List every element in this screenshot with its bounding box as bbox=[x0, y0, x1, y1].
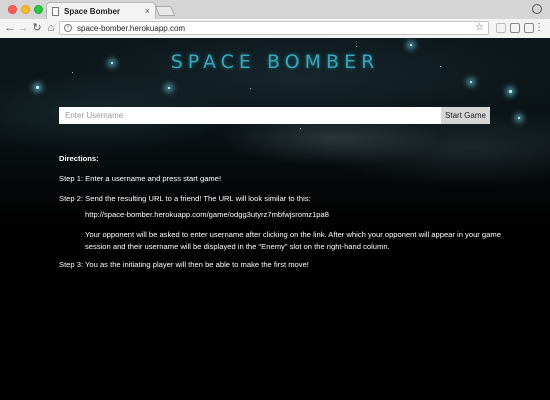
tab-strip: Space Bomber × bbox=[0, 0, 550, 19]
browser-tab[interactable]: Space Bomber × bbox=[46, 2, 156, 19]
browser-chrome: Space Bomber × ← → ↻ ⌂ i space-bomber.he… bbox=[0, 0, 550, 38]
back-icon[interactable]: ← bbox=[4, 21, 16, 35]
star-decoration bbox=[509, 90, 512, 93]
url-text[interactable]: space-bomber.herokuapp.com bbox=[77, 24, 475, 33]
star-decoration bbox=[470, 81, 472, 83]
step-2-text: Step 2: Send the resulting URL to a frie… bbox=[59, 194, 311, 203]
forward-icon[interactable]: → bbox=[17, 21, 29, 35]
menu-icon[interactable]: ⋮ bbox=[534, 22, 544, 34]
extension-icon[interactable] bbox=[496, 23, 506, 33]
opponent-note-line-1: Your opponent will be asked to enter use… bbox=[85, 230, 501, 239]
maximize-window-button[interactable] bbox=[34, 5, 43, 14]
directions-heading: Directions: bbox=[59, 154, 99, 163]
step-3-text: Step 3: You as the initiating player wil… bbox=[59, 260, 309, 269]
star-decoration bbox=[356, 46, 357, 47]
home-icon[interactable]: ⌂ bbox=[45, 21, 57, 35]
star-decoration bbox=[410, 44, 412, 46]
star-decoration bbox=[518, 117, 520, 119]
start-game-button[interactable]: Start Game bbox=[441, 107, 490, 124]
browser-toolbar: ← → ↻ ⌂ i space-bomber.herokuapp.com ☆ ⋮ bbox=[0, 19, 550, 38]
step-1-text: Step 1: Enter a username and press start… bbox=[59, 174, 222, 183]
reload-icon[interactable]: ↻ bbox=[31, 21, 43, 35]
info-icon[interactable]: i bbox=[64, 24, 72, 32]
star-decoration bbox=[168, 87, 170, 89]
page-icon bbox=[52, 6, 59, 16]
extension-icon[interactable] bbox=[510, 23, 520, 33]
profile-icon[interactable] bbox=[532, 4, 542, 14]
extension-icon[interactable] bbox=[524, 23, 534, 33]
example-url-text: http://space-bomber.herokuapp.com/game/o… bbox=[85, 210, 329, 219]
close-window-button[interactable] bbox=[8, 5, 17, 14]
game-logo: SPACE BOMBER bbox=[170, 51, 380, 73]
star-decoration bbox=[36, 86, 39, 89]
page-content: SPACE BOMBER Start Game Directions: Step… bbox=[0, 38, 550, 400]
tab-title: Space Bomber bbox=[64, 6, 121, 16]
tab-close-icon[interactable]: × bbox=[145, 6, 150, 16]
opponent-note-line-2: session and their username will be displ… bbox=[85, 242, 390, 251]
star-decoration bbox=[300, 128, 301, 129]
username-input[interactable] bbox=[59, 107, 441, 124]
star-decoration bbox=[250, 88, 251, 89]
new-tab-button[interactable] bbox=[154, 6, 176, 16]
address-bar[interactable]: i space-bomber.herokuapp.com ☆ bbox=[59, 21, 489, 35]
minimize-window-button[interactable] bbox=[21, 5, 30, 14]
bookmark-star-icon[interactable]: ☆ bbox=[475, 23, 484, 33]
